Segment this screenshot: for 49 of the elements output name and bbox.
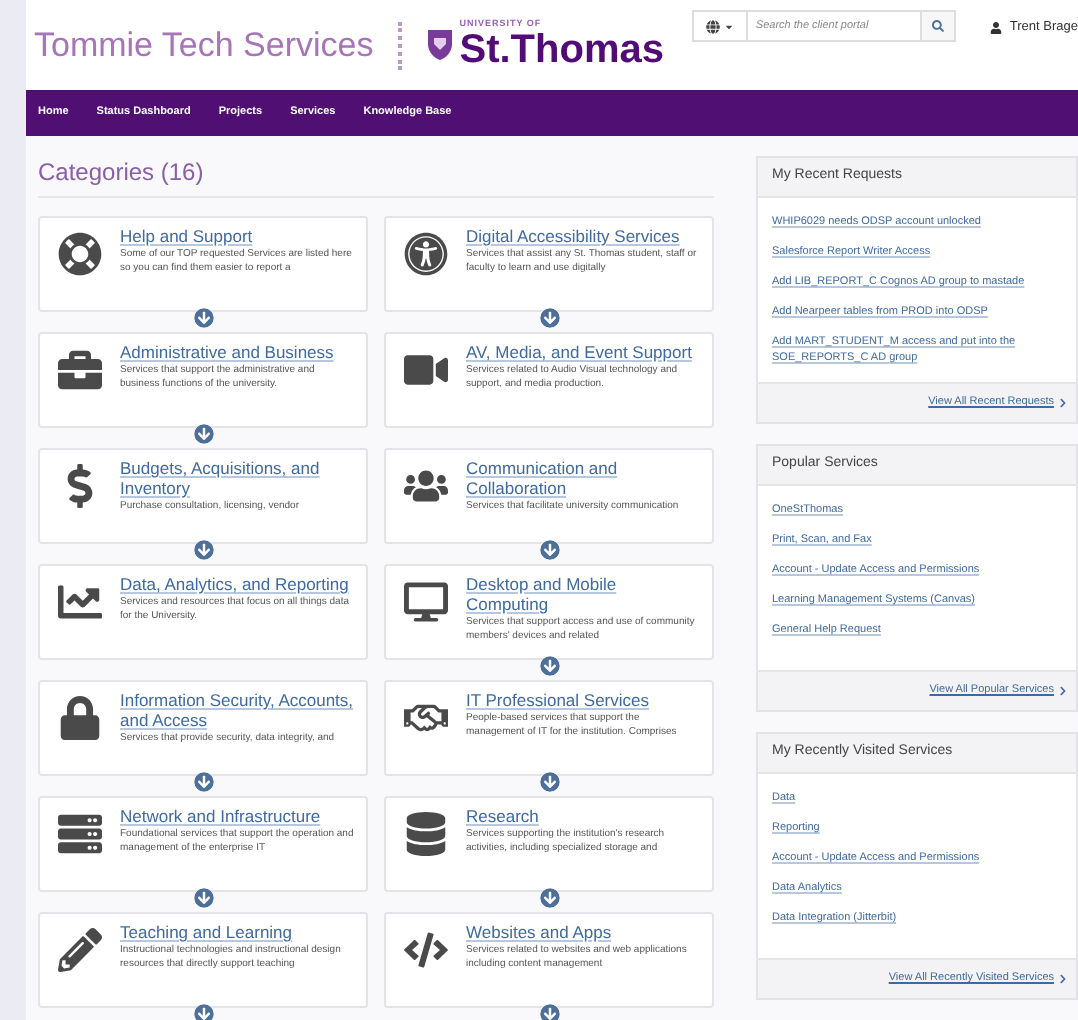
expand-icon[interactable] <box>193 308 213 328</box>
expand-icon[interactable] <box>539 888 559 908</box>
pencil-icon <box>58 928 102 972</box>
expand-icon[interactable] <box>539 540 559 560</box>
expand-icon[interactable] <box>193 772 213 792</box>
category-title[interactable]: Data, Analytics, and Reporting <box>120 574 354 594</box>
expand-icon[interactable] <box>193 1004 213 1020</box>
expand-icon[interactable] <box>193 424 213 444</box>
category-title[interactable]: Budgets, Acquisitions, and Inventory <box>120 458 354 498</box>
accessibility-icon <box>404 232 448 276</box>
category-title[interactable]: Websites and Apps <box>466 922 700 942</box>
expand-icon[interactable] <box>539 1004 559 1020</box>
categories-heading: Categories (16) <box>38 154 714 198</box>
category-title[interactable]: Administrative and Business <box>120 342 354 362</box>
category-title[interactable]: Communication and Collaboration <box>466 458 700 498</box>
category-title[interactable]: AV, Media, and Event Support <box>466 342 700 362</box>
user-icon <box>989 21 1002 34</box>
shield-logo-icon <box>425 28 454 62</box>
chevron-icon <box>1058 686 1068 696</box>
category-title[interactable]: Desktop and Mobile Computing <box>466 574 700 614</box>
expand-icon[interactable] <box>193 540 213 560</box>
category-title[interactable]: Digital Accessibility Services <box>466 226 700 246</box>
chevron-icon <box>1058 974 1068 984</box>
category-title[interactable]: Network and Infrastructure <box>120 806 354 826</box>
site-title[interactable]: Tommie Tech Services <box>34 19 374 71</box>
expand-icon[interactable] <box>193 888 213 908</box>
search-button[interactable] <box>919 10 956 42</box>
category-title[interactable]: Help and Support <box>120 226 354 246</box>
expand-icon[interactable] <box>539 656 559 676</box>
category-title[interactable]: IT Professional Services <box>466 690 700 710</box>
globe-icon <box>705 19 720 33</box>
category-title[interactable]: Research <box>466 806 700 826</box>
expand-icon[interactable] <box>539 308 559 328</box>
language-dropdown[interactable] <box>691 10 748 42</box>
category-title[interactable]: Information Security, Accounts, and Access <box>120 690 354 730</box>
caret-icon <box>723 21 734 31</box>
monitor-icon <box>404 580 448 624</box>
database-icon <box>404 812 448 856</box>
line-chart-icon <box>58 580 102 624</box>
briefcase-icon <box>58 348 102 392</box>
category-title[interactable]: Teaching and Learning <box>120 922 354 942</box>
logo-name: St.Thomas <box>459 29 664 70</box>
life-ring-icon <box>58 232 102 276</box>
expand-icon[interactable] <box>539 772 559 792</box>
chevron-icon <box>1058 398 1068 408</box>
code-icon <box>404 928 448 972</box>
search-icon <box>931 20 944 32</box>
lock-icon <box>58 696 102 740</box>
server-icon <box>58 812 102 856</box>
